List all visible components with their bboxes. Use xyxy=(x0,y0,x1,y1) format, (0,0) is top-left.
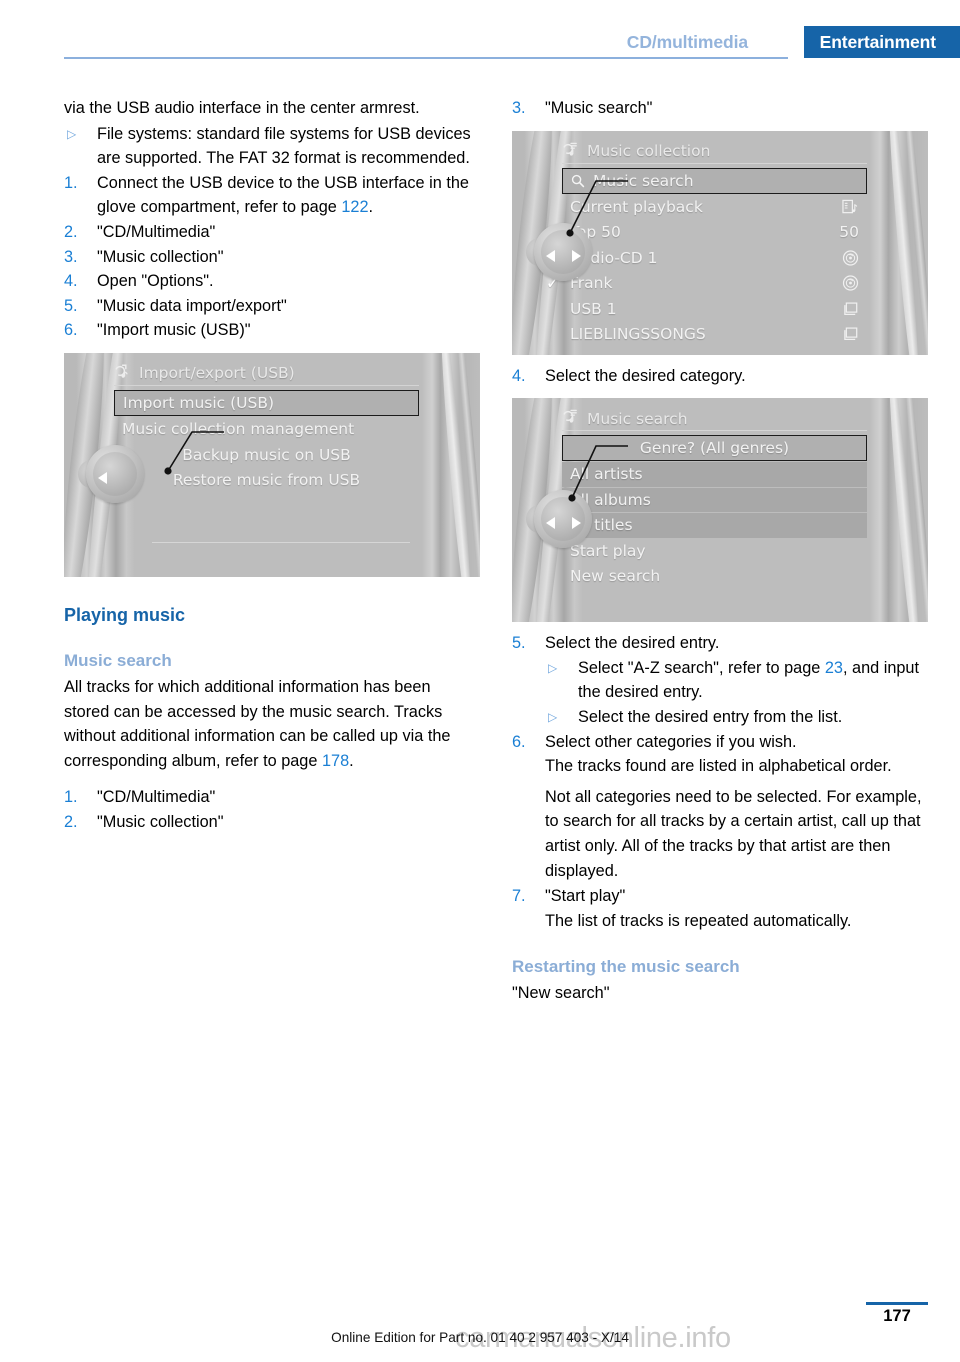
list-item: 5. "Music data import/export" xyxy=(64,294,480,319)
list-text: "Music data import/export" xyxy=(97,296,287,315)
list-text: Select the desired category. xyxy=(545,366,746,385)
list-marker: 5. xyxy=(512,634,526,653)
step6-note-categories: Not all categories need to be selected. … xyxy=(545,787,922,880)
list-item: 4. Select the desired category. xyxy=(512,364,928,389)
list-text: Open "Options". xyxy=(97,272,214,291)
right-column: 3. "Music search" Music collection Music… xyxy=(512,96,928,1007)
edition-footer: Online Edition for Part no. 01 40 2 957 … xyxy=(331,1330,629,1345)
list-item: 3. "Music search" xyxy=(512,96,928,121)
sub-list-text: Select "A-Z search", refer to page 23, a… xyxy=(578,658,920,702)
list-marker: 1. xyxy=(64,788,78,807)
left-column: via the USB audio interface in the cente… xyxy=(64,96,480,835)
list-marker: 1. xyxy=(64,173,78,192)
page-reference-link[interactable]: 23 xyxy=(825,659,843,677)
bullet-text: File systems: standard file systems for … xyxy=(97,124,471,168)
list-marker: 2. xyxy=(64,222,78,241)
music-search-paragraph: All tracks for which additional informat… xyxy=(64,677,451,770)
sub-list-text: Select the desired entry from the list. xyxy=(578,707,843,726)
intro-paragraph: via the USB audio interface in the cente… xyxy=(64,99,420,117)
bullet-file-systems: ▷ File systems: standard file systems fo… xyxy=(64,122,480,171)
restarting-text: "New search" xyxy=(512,984,610,1003)
list-text: "Import music (USB)" xyxy=(97,321,251,340)
sub-list-item: ▷ Select the desired entry from the list… xyxy=(512,705,928,730)
header-divider xyxy=(64,57,788,59)
list-item: 1. Connect the USB device to the USB int… xyxy=(64,171,480,220)
heading-restarting-music-search: Restarting the music search xyxy=(512,957,740,977)
list-item: 2. "CD/Multimedia" xyxy=(64,220,480,245)
list-item: 7. "Start play" xyxy=(512,884,928,909)
callout-leader-line xyxy=(566,179,628,237)
page-reference-link[interactable]: 122 xyxy=(341,198,368,216)
page-header: CD/multimedia Entertainment xyxy=(0,0,960,59)
step7-note: The list of tracks is repeated automatic… xyxy=(545,911,852,930)
list-item: 5. Select the desired entry. xyxy=(512,631,928,656)
list-item: 6. Select other categories if you wish. xyxy=(512,730,928,755)
callout-leader-line xyxy=(568,445,628,502)
list-text: Connect the USB device to the USB interf… xyxy=(97,173,469,217)
list-text: Select other categories if you wish. xyxy=(545,732,797,751)
list-text: "Start play" xyxy=(545,887,626,906)
heading-music-search: Music search xyxy=(64,650,172,670)
page-reference-link[interactable]: 178 xyxy=(322,752,349,770)
list-marker: 6. xyxy=(512,732,526,751)
header-tab-cd-multimedia: CD/multimedia xyxy=(626,31,748,52)
list-item: 3. "Music collection" xyxy=(64,245,480,270)
list-text: "Music collection" xyxy=(97,812,224,831)
list-item: 2. "Music collection" xyxy=(64,810,480,835)
sub-list-item: ▷ Select "A-Z search", refer to page 23,… xyxy=(512,656,928,705)
page-number-rule xyxy=(866,1302,928,1305)
list-text: Select the desired entry. xyxy=(545,634,720,653)
list-text: "CD/Multimedia" xyxy=(97,222,216,241)
heading-playing-music: Playing music xyxy=(64,604,186,625)
triangle-bullet-icon: ▷ xyxy=(548,709,558,724)
figure-music-search: Music search Genre? (All genres) All art… xyxy=(512,398,928,623)
list-item: 6. "Import music (USB)" xyxy=(64,318,480,343)
list-marker: 5. xyxy=(64,296,78,315)
list-text: "CD/Multimedia" xyxy=(97,788,216,807)
list-marker: 4. xyxy=(64,272,78,291)
list-text: "Music collection" xyxy=(97,247,224,266)
step6-note-alphabetical: The tracks found are listed in alphabeti… xyxy=(545,757,892,776)
list-item: 4. Open "Options". xyxy=(64,269,480,294)
header-tab-entertainment: Entertainment xyxy=(803,26,960,58)
list-item: 1. "CD/Multimedia" xyxy=(64,785,480,810)
page-number: 177 xyxy=(883,1307,911,1325)
figure-music-collection: Music collection Music search Current pl… xyxy=(512,130,928,355)
triangle-bullet-icon: ▷ xyxy=(548,660,558,675)
list-marker: 2. xyxy=(64,812,78,831)
list-marker: 3. xyxy=(64,247,78,266)
list-marker: 7. xyxy=(512,887,526,906)
list-text: "Music search" xyxy=(545,99,653,117)
list-marker: 4. xyxy=(512,366,526,385)
figure-import-export-usb: Import/export (USB) Import music (USB) M… xyxy=(64,352,480,577)
list-marker: 6. xyxy=(64,321,78,340)
triangle-bullet-icon: ▷ xyxy=(67,126,77,141)
callout-leader-line xyxy=(164,431,224,475)
list-marker: 3. xyxy=(512,99,526,117)
